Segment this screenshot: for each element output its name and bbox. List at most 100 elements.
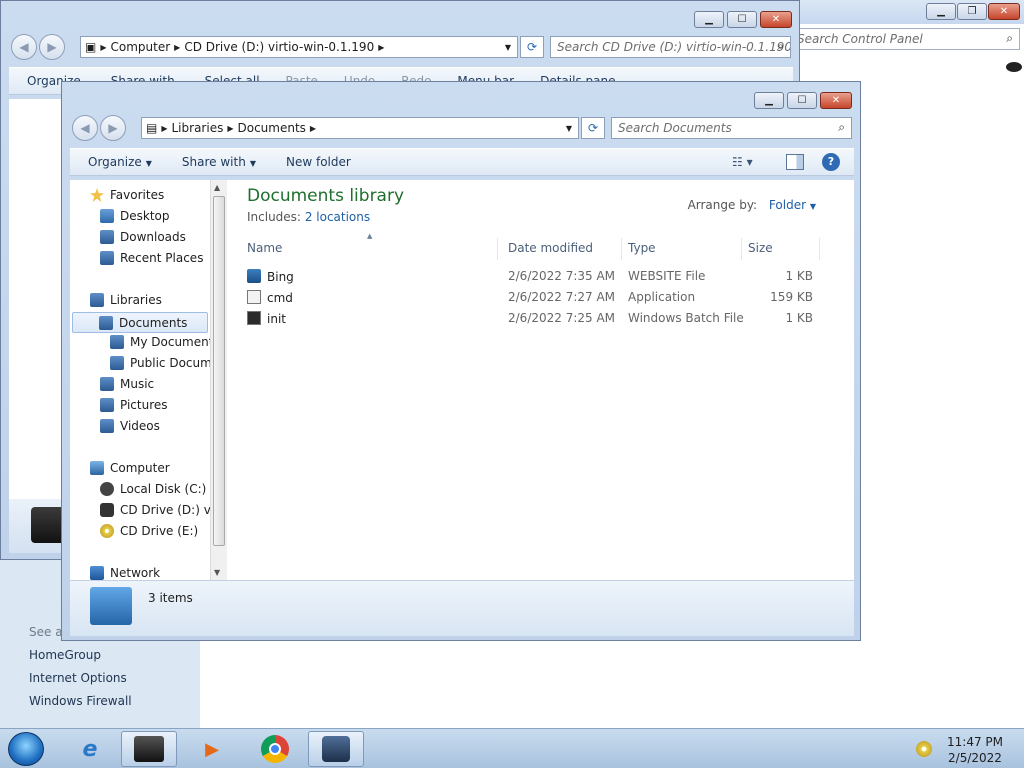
nav-public-documents[interactable]: Public Docume [110,356,219,370]
link-windows-firewall[interactable]: Windows Firewall [29,694,132,708]
cd-tray-icon[interactable] [916,741,932,757]
nav-libraries[interactable]: Libraries [90,293,162,307]
scroll-up-icon[interactable]: ▲ [214,183,220,192]
nav-local-disk[interactable]: Local Disk (C:) [100,482,206,496]
nav-my-documents[interactable]: My Documents [110,335,220,349]
scroll-down-icon[interactable]: ▼ [214,568,220,577]
arrange-folder-dropdown[interactable]: Folder ▼ [769,198,816,212]
chevron-right-icon[interactable]: ▶ [174,43,180,52]
sort-arrow-icon: ▲ [367,232,373,240]
search-icon[interactable]: ⌕ [1006,31,1013,46]
chrome-icon[interactable] [247,731,303,767]
media-player-icon[interactable]: ▶ [184,731,240,767]
address-bar[interactable]: ▤ ▶ Libraries ▶ Documents ▶ ▼ [141,117,579,139]
nav-music[interactable]: Music [100,377,154,391]
nav-recent-places[interactable]: Recent Places [100,251,203,265]
file-row[interactable]: init 2/6/2022 7:25 AM Windows Batch File… [241,308,821,328]
search-icon[interactable]: ⌕ [777,39,784,54]
column-size[interactable]: Size [742,238,820,260]
maximize-button[interactable]: ☐ [787,92,817,109]
views-icon[interactable]: ☷ ▾ [732,155,753,169]
link-homegroup[interactable]: HomeGroup [29,648,101,662]
chevron-down-icon: ▼ [249,159,256,168]
navigation-pane: Favorites Desktop Downloads Recent Place… [70,180,226,580]
column-name[interactable]: Name [241,238,498,260]
nav-cd-drive-e[interactable]: CD Drive (E:) [100,524,198,538]
chevron-down-icon: ▼ [145,159,152,168]
cp-minimize-button[interactable]: ▁ [926,3,956,20]
breadcrumb-computer[interactable]: Computer [111,40,171,54]
nav-public-documents-label: Public Docume [130,356,220,370]
back-button[interactable]: ◀ [72,115,98,141]
cp-search-input[interactable]: Search Control Panel ⌕ [790,28,1020,50]
desktop-icon [100,209,114,223]
search-documents-input[interactable]: Search Documents ⌕ [611,117,852,139]
refresh-button[interactable]: ⟳ [520,36,544,58]
nav-favorites[interactable]: Favorites [90,188,164,202]
preview-pane-icon[interactable] [786,154,804,170]
nav-pictures[interactable]: Pictures [100,398,168,412]
nav-computer[interactable]: Computer [90,461,170,475]
arrange-value: Folder [768,198,807,212]
chevron-right-icon[interactable]: ▶ [378,43,384,52]
chevron-down-icon[interactable]: ▼ [505,43,511,52]
file-row[interactable]: cmd 2/6/2022 7:27 AM Application 159 KB [241,287,821,307]
forward-button[interactable]: ▶ [100,115,126,141]
scroll-thumb[interactable] [213,196,225,546]
nav-scrollbar[interactable]: ▲ ▼ [210,180,227,580]
refresh-button[interactable]: ⟳ [581,117,605,139]
nav-libraries-label: Libraries [110,293,162,307]
help-icon[interactable]: ? [822,153,840,171]
cd-maximize-button[interactable]: ☐ [727,11,757,28]
link-internet-options[interactable]: Internet Options [29,671,127,685]
forward-button[interactable]: ▶ [39,34,65,60]
control-panel-taskbar-button[interactable] [121,731,177,767]
file-date: 2/6/2022 7:27 AM [508,290,616,304]
locations-link[interactable]: 2 locations [305,210,370,224]
nav-videos[interactable]: Videos [100,419,160,433]
organize-button[interactable]: Organize ▼ [88,155,152,169]
cd-minimize-button[interactable]: ▁ [694,11,724,28]
nav-network[interactable]: Network [90,566,160,580]
chevron-right-icon[interactable]: ▶ [161,124,167,133]
cd-search-input[interactable]: Search CD Drive (D:) virtio-win-0.1.190 … [550,36,791,58]
chevron-right-icon[interactable]: ▶ [310,124,316,133]
address-bar[interactable]: ▣ ▶ Computer ▶ CD Drive (D:) virtio-win-… [80,36,518,58]
nav-network-label: Network [110,566,161,580]
nav-computer-label: Computer [110,461,170,475]
nav-desktop[interactable]: Desktop [100,209,170,223]
explorer-taskbar-button[interactable] [308,731,364,767]
column-date-modified[interactable]: Date modified [502,238,622,260]
cd-close-button[interactable]: ✕ [760,11,792,28]
breadcrumb-documents[interactable]: Documents [237,121,305,135]
chevron-right-icon[interactable]: ▶ [100,43,106,52]
chevron-down-icon[interactable]: ▼ [566,124,572,133]
new-folder-button[interactable]: New folder [286,155,351,169]
nav-cd-drive-d[interactable]: CD Drive (D:) virt [100,503,224,517]
back-button[interactable]: ◀ [11,34,37,60]
nav-documents[interactable]: Documents [72,312,208,333]
breadcrumb-libraries[interactable]: Libraries [172,121,224,135]
cd-search-placeholder: Search CD Drive (D:) virtio-win-0.1.190 [557,40,791,54]
file-type: WEBSITE File [628,269,706,283]
nav-desktop-label: Desktop [120,209,170,223]
chevron-right-icon[interactable]: ▶ [227,124,233,133]
help-icon[interactable] [1006,62,1022,72]
share-with-button[interactable]: Share with ▼ [182,155,256,169]
file-type: Application [628,290,696,304]
start-button[interactable] [8,732,44,766]
folder-icon [110,356,124,370]
local-disk-icon [100,482,114,496]
clock[interactable]: 11:47 PM 2/5/2022 [940,734,1010,766]
nav-downloads[interactable]: Downloads [100,230,186,244]
internet-explorer-icon[interactable]: e [62,731,118,767]
breadcrumb-cd-drive[interactable]: CD Drive (D:) virtio-win-0.1.190 [184,40,374,54]
minimize-button[interactable]: ▁ [754,92,784,109]
cp-close-button[interactable]: ✕ [988,3,1020,20]
close-button[interactable]: ✕ [820,92,852,109]
column-type[interactable]: Type [622,238,742,260]
nav-local-disk-label: Local Disk (C:) [120,482,207,496]
cp-restore-button[interactable]: ❐ [957,3,987,20]
file-row[interactable]: Bing 2/6/2022 7:35 AM WEBSITE File 1 KB [241,266,821,286]
search-icon[interactable]: ⌕ [838,120,845,135]
